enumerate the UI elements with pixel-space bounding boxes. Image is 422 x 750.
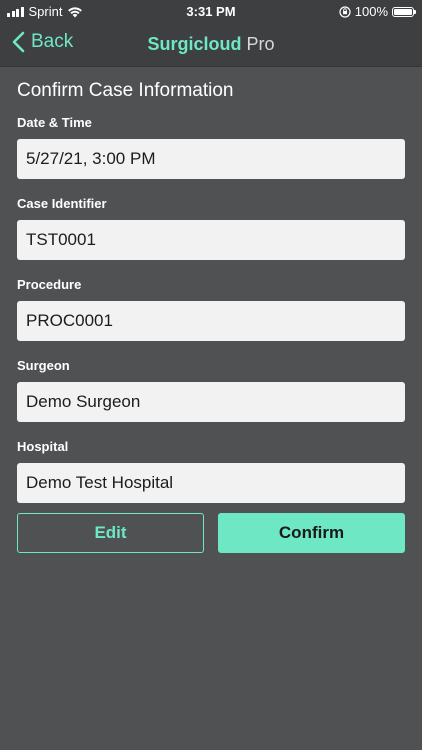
app-title: Surgicloud Pro <box>0 34 422 55</box>
confirm-button[interactable]: Confirm <box>218 513 405 553</box>
procedure-field[interactable]: PROC0001 <box>17 301 405 341</box>
hospital-field[interactable]: Demo Test Hospital <box>17 463 405 503</box>
page-title: Confirm Case Information <box>17 80 234 101</box>
procedure-label: Procedure <box>17 277 82 292</box>
case-identifier-field[interactable]: TST0001 <box>17 220 405 260</box>
case-form: Confirm Case Information Date & Time 5/2… <box>17 80 405 520</box>
orientation-lock-icon <box>339 5 351 18</box>
battery-icon <box>392 6 416 17</box>
case-identifier-label: Case Identifier <box>17 196 107 211</box>
date-time-label: Date & Time <box>17 115 92 130</box>
navigation-bar: Back Surgicloud Pro <box>0 22 422 67</box>
surgeon-label: Surgeon <box>17 358 70 373</box>
status-bar: Sprint 3:31 PM 100% <box>0 0 422 22</box>
date-time-field[interactable]: 5/27/21, 3:00 PM <box>17 139 405 179</box>
app-title-brand: Surgicloud <box>147 34 242 54</box>
hospital-label: Hospital <box>17 439 69 454</box>
app-title-suffix: Pro <box>241 34 275 54</box>
status-right: 100% <box>339 4 416 19</box>
battery-percent: 100% <box>354 4 388 19</box>
edit-button[interactable]: Edit <box>17 513 204 553</box>
surgeon-field[interactable]: Demo Surgeon <box>17 382 405 422</box>
action-buttons: Edit Confirm <box>17 513 405 553</box>
